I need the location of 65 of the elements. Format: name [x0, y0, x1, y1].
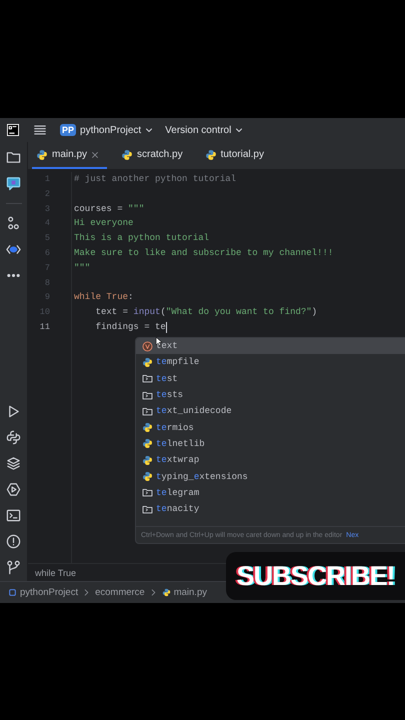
- code-line: Make sure to like and subscribe to my channel!!!: [74, 246, 334, 260]
- completion-item[interactable]: typing_extensions: [136, 468, 405, 485]
- code-line: """: [74, 262, 90, 275]
- run-icon[interactable]: [6, 404, 21, 419]
- breadcrumb-item[interactable]: main.py: [162, 587, 207, 598]
- chevron-right-icon: [150, 589, 157, 596]
- package-folder-icon: [142, 406, 153, 417]
- completion-item[interactable]: textwrap: [136, 452, 405, 468]
- code-line: courses = """: [74, 202, 144, 216]
- code-line: Hi everyone: [74, 217, 134, 230]
- code-line: text = input("What do you want to find?"): [94, 306, 318, 320]
- editor-tab[interactable]: main.py: [32, 142, 108, 169]
- completion-item[interactable]: termios: [136, 419, 405, 436]
- python-file-icon: [121, 148, 134, 160]
- python-icon: [142, 422, 153, 434]
- structure-icon[interactable]: [6, 216, 21, 231]
- completion-item[interactable]: test: [136, 370, 405, 387]
- close-icon[interactable]: [91, 150, 100, 158]
- git-icon[interactable]: [6, 560, 21, 575]
- project-dropdown[interactable]: PP pythonProject: [60, 124, 154, 136]
- package-folder-icon: [142, 373, 153, 384]
- services-icon[interactable]: [6, 482, 21, 497]
- completion-item[interactable]: tenacity: [136, 500, 405, 518]
- completion-item[interactable]: tempfile: [136, 354, 405, 371]
- breadcrumb-item[interactable]: pythonProject: [8, 587, 78, 598]
- code-line: This is a python tutorial: [74, 232, 210, 246]
- completion-item[interactable]: telnetlib: [136, 436, 405, 452]
- chevron-down-icon: [145, 126, 154, 134]
- breadcrumb-item[interactable]: ecommerce: [95, 587, 145, 598]
- square-icon: [8, 588, 17, 597]
- completion-item[interactable]: tests: [136, 386, 405, 404]
- python-icon: [142, 454, 153, 466]
- python-icon: [142, 438, 153, 450]
- python-file-icon: [36, 148, 48, 160]
- completion-item[interactable]: text: [136, 338, 405, 354]
- completion-item[interactable]: telegram: [136, 484, 405, 501]
- chevron-down-icon: [235, 126, 244, 134]
- variable-icon: [142, 340, 153, 352]
- version-control-dropdown[interactable]: Version control: [165, 124, 244, 136]
- subscribe-sticker: SUBSCRIBE!: [226, 552, 405, 600]
- package-folder-icon: [142, 504, 153, 515]
- code-line: while True:: [74, 291, 134, 304]
- breadcrumb-item[interactable]: while True: [35, 568, 76, 578]
- menu-icon[interactable]: [33, 123, 47, 137]
- python-icon: [142, 471, 153, 482]
- code-eye-icon[interactable]: [6, 242, 21, 257]
- line-number: 11: [38, 320, 51, 334]
- app-logo-icon: [7, 124, 19, 136]
- folder-icon[interactable]: [6, 150, 21, 165]
- python-file-icon: [204, 148, 217, 160]
- chevron-right-icon: [83, 589, 90, 596]
- layers-icon[interactable]: [6, 456, 21, 471]
- code-line: # just another python tutorial: [74, 173, 236, 186]
- editor-tab[interactable]: scratch.py: [117, 142, 191, 169]
- python-console-icon[interactable]: [6, 430, 21, 445]
- chat-icon[interactable]: [6, 176, 21, 191]
- completion-item[interactable]: text_unidecode: [136, 403, 405, 420]
- terminal-icon[interactable]: [6, 508, 21, 523]
- python-file-icon: [162, 588, 171, 597]
- package-folder-icon: [142, 390, 153, 401]
- python-icon: [142, 356, 153, 368]
- editor-tab[interactable]: tutorial.py: [200, 142, 272, 169]
- code-line: findings = te: [94, 320, 166, 334]
- package-folder-icon: [142, 487, 153, 498]
- problems-icon[interactable]: [6, 534, 21, 549]
